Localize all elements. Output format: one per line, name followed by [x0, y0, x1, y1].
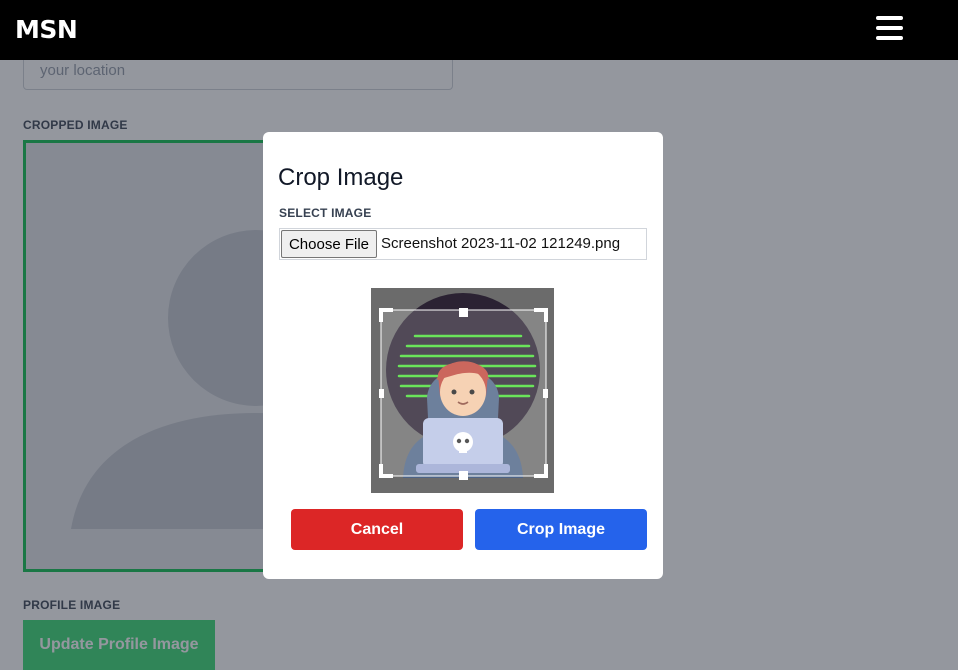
selected-file-name: Screenshot 2023-11-02 121249.png [381, 235, 621, 252]
brand-logo[interactable]: MSN [15, 15, 78, 44]
image-cropper[interactable] [371, 288, 554, 493]
menu-bar [876, 36, 903, 40]
crop-image-modal: Crop Image SELECT IMAGE Choose File Scre… [263, 132, 663, 579]
cancel-button[interactable]: Cancel [291, 509, 463, 550]
hamburger-menu-icon[interactable] [876, 16, 904, 40]
hacker-illustration-image [379, 293, 548, 480]
modal-title: Crop Image [278, 164, 404, 191]
file-input[interactable]: Choose File Screenshot 2023-11-02 121249… [279, 228, 647, 260]
top-navbar: MSN [0, 0, 958, 60]
crop-image-button[interactable]: Crop Image [475, 509, 647, 550]
menu-bar [876, 16, 903, 20]
select-image-label: SELECT IMAGE [279, 206, 372, 220]
choose-file-button[interactable]: Choose File [281, 230, 377, 258]
menu-bar [876, 26, 903, 30]
